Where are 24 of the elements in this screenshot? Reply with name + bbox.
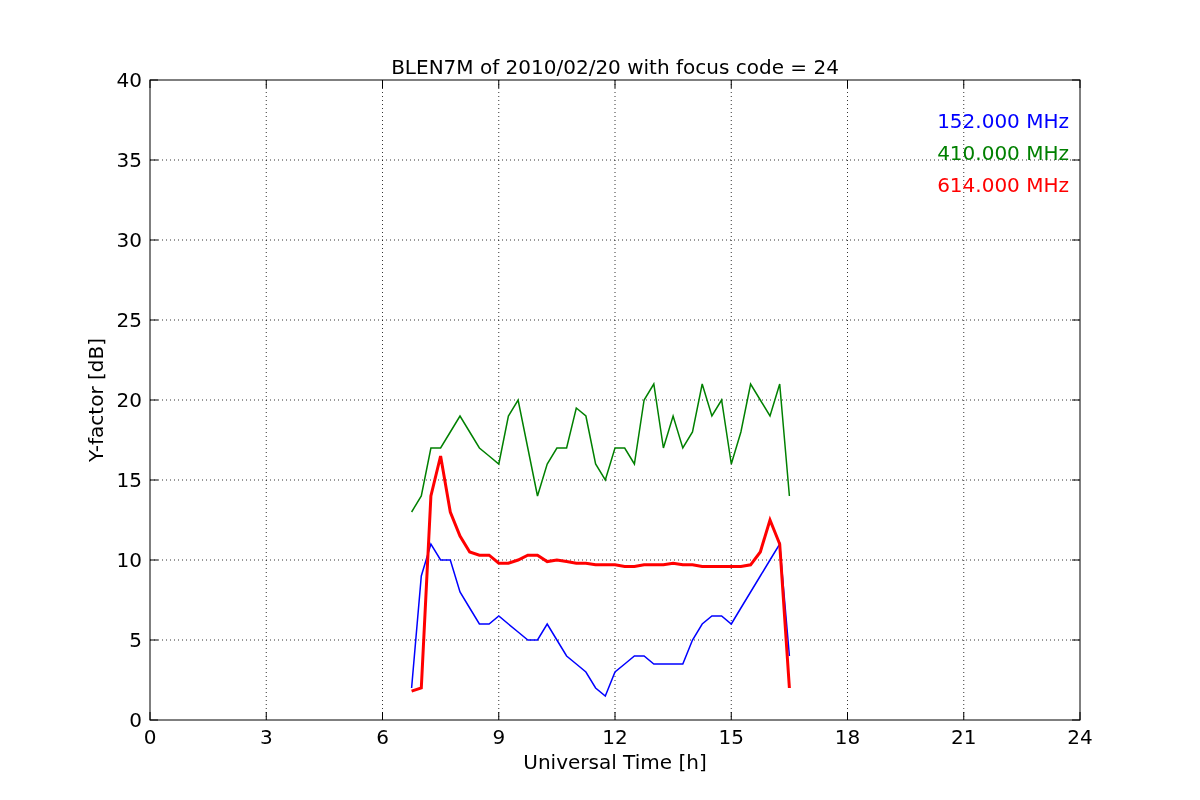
y-tick-label: 5 bbox=[129, 628, 142, 652]
y-tick-label: 0 bbox=[129, 708, 142, 732]
legend-label: 152.000 MHz bbox=[937, 109, 1069, 133]
y-tick-label: 40 bbox=[116, 68, 142, 92]
x-tick-label: 6 bbox=[376, 725, 389, 749]
x-tick-label: 15 bbox=[718, 725, 744, 749]
x-tick-label: 21 bbox=[951, 725, 977, 749]
legend-label: 614.000 MHz bbox=[937, 173, 1069, 197]
legend-label: 410.000 MHz bbox=[937, 141, 1069, 165]
x-tick-label: 3 bbox=[259, 725, 273, 749]
x-tick-label: 24 bbox=[1067, 725, 1093, 749]
x-tick-label: 18 bbox=[834, 725, 861, 749]
y-tick-label: 35 bbox=[116, 148, 142, 172]
x-tick-label: 12 bbox=[602, 725, 628, 749]
y-tick-label: 25 bbox=[116, 308, 142, 332]
x-tick-label: 0 bbox=[143, 725, 157, 749]
x-axis-label: Universal Time [h] bbox=[523, 750, 707, 774]
x-tick-label: 9 bbox=[492, 725, 506, 749]
y-axis-label: Y-factor [dB] bbox=[84, 338, 108, 462]
y-tick-label: 15 bbox=[116, 468, 142, 492]
chart-title: BLEN7M of 2010/02/20 with focus code = 24 bbox=[391, 55, 839, 79]
y-tick-label: 30 bbox=[116, 228, 142, 252]
y-tick-label: 10 bbox=[116, 548, 142, 572]
y-tick-label: 20 bbox=[116, 388, 142, 412]
